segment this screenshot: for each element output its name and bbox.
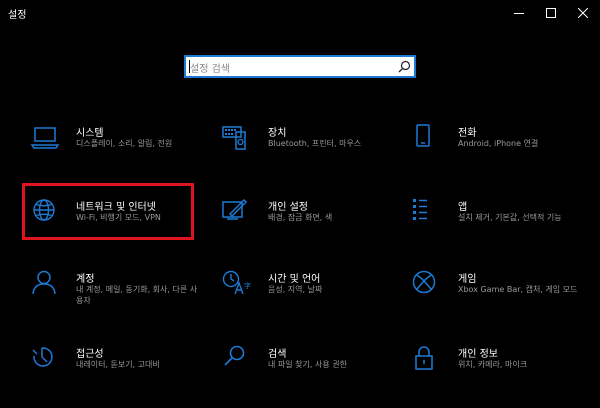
- tile-gaming[interactable]: 게임 Xbox Game Bar, 캡처, 게임 모드: [412, 270, 582, 330]
- keyboard-device-icon: [222, 126, 246, 150]
- accessibility-icon: [32, 347, 53, 367]
- tile-personalization-desc: 배경, 잠금 화면, 색: [268, 213, 333, 222]
- lock-icon: [415, 346, 433, 370]
- tile-privacy[interactable]: 개인 정보 위치, 카메라, 마이크: [412, 345, 582, 405]
- text-caret: [189, 60, 190, 73]
- tile-phone[interactable]: 전화 Android, iPhone 연결: [412, 124, 582, 184]
- tile-search-desc: 내 파일 찾기, 사용 권한: [268, 360, 347, 369]
- tile-gaming-name: 게임: [458, 274, 477, 285]
- tile-phone-desc: Android, iPhone 연결: [458, 139, 539, 148]
- maximize-button[interactable]: [536, 0, 566, 26]
- window-title: 설정: [8, 10, 27, 21]
- apps-list-icon: [413, 199, 427, 220]
- search-icon[interactable]: [398, 60, 411, 73]
- tile-accessibility-name: 접근성: [76, 349, 104, 360]
- tile-system-desc: 디스플레이, 소리, 알림, 전원: [76, 139, 173, 148]
- tile-privacy-desc: 위치, 카메라, 마이크: [458, 360, 528, 369]
- tile-accounts-desc: 내 계정, 메일, 동기화, 회사, 다른 사용자: [76, 285, 198, 305]
- tile-devices-name: 장치: [268, 128, 287, 139]
- search-placeholder: 설정 검색: [190, 64, 230, 75]
- search-icon: [224, 345, 245, 366]
- tile-system-name: 시스템: [76, 128, 104, 139]
- minimize-button[interactable]: [504, 0, 534, 26]
- tile-personalization[interactable]: 개인 설정 배경, 잠금 화면, 색: [222, 198, 392, 258]
- tile-devices[interactable]: 장치 Bluetooth, 프린터, 마우스: [222, 124, 392, 184]
- close-button[interactable]: [568, 0, 598, 26]
- tile-phone-name: 전화: [458, 128, 477, 139]
- tile-accounts-name: 계정: [76, 274, 95, 285]
- tile-search[interactable]: 검색 내 파일 찾기, 사용 권한: [222, 345, 392, 405]
- laptop-icon: [30, 127, 60, 149]
- tile-devices-desc: Bluetooth, 프린터, 마우스: [268, 139, 362, 148]
- tile-time-language[interactable]: 字 시간 및 언어 음성, 지역, 날짜: [222, 270, 392, 330]
- settings-search-input[interactable]: 설정 검색: [184, 55, 416, 78]
- tile-search-name: 검색: [268, 349, 287, 360]
- tile-accounts[interactable]: 계정 내 계정, 메일, 동기화, 회사, 다른 사용자: [30, 270, 200, 330]
- svg-text:字: 字: [244, 281, 251, 290]
- phone-icon: [416, 124, 430, 147]
- tile-privacy-name: 개인 정보: [458, 349, 498, 360]
- tile-apps-desc: 설치 제거, 기본값, 선택적 기능: [458, 213, 562, 222]
- tile-system[interactable]: 시스템 디스플레이, 소리, 알림, 전원: [30, 124, 200, 184]
- tile-accessibility-desc: 내레이터, 돋보기, 고대비: [76, 360, 160, 369]
- personalization-icon: [222, 198, 248, 220]
- title-bar: 설정: [0, 0, 600, 26]
- tile-personalization-name: 개인 설정: [268, 202, 308, 213]
- network-highlight-box: [22, 183, 194, 240]
- minimize-icon: [514, 13, 524, 14]
- xbox-icon: [412, 270, 436, 294]
- tile-time-language-desc: 음성, 지역, 날짜: [268, 285, 323, 294]
- tile-apps-name: 앱: [458, 202, 468, 213]
- close-icon: [578, 8, 588, 18]
- tile-time-language-name: 시간 및 언어: [268, 274, 321, 285]
- tile-accessibility[interactable]: 접근성 내레이터, 돋보기, 고대비: [30, 345, 200, 405]
- maximize-icon: [546, 8, 556, 18]
- tile-gaming-desc: Xbox Game Bar, 캡처, 게임 모드: [458, 285, 578, 294]
- time-language-icon: 字: [222, 270, 251, 295]
- tile-apps[interactable]: 앱 설치 제거, 기본값, 선택적 기능: [412, 198, 582, 258]
- person-icon: [32, 270, 56, 295]
